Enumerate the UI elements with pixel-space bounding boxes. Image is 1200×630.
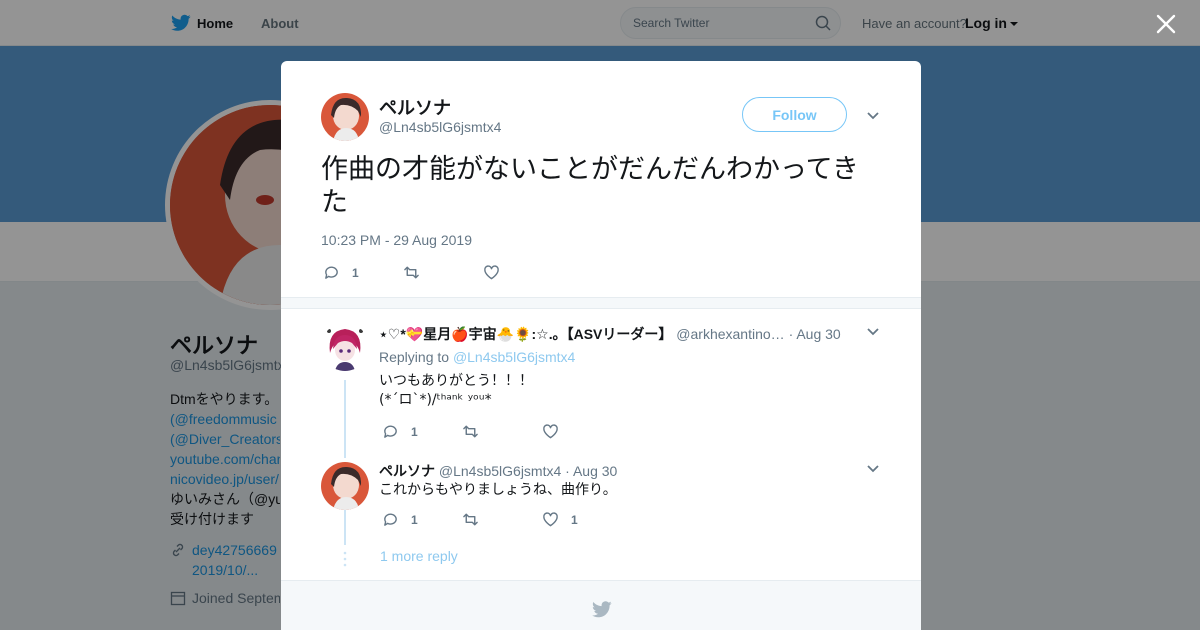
tweet-author-name[interactable]: ペルソナ <box>379 94 451 120</box>
replying-to: Replying to @Ln4sb5lG6jsmtx4 <box>379 349 575 365</box>
replying-to-link[interactable]: @Ln4sb5lG6jsmtx4 <box>453 349 575 365</box>
heart-icon <box>484 265 499 280</box>
more-replies-dots <box>343 551 347 567</box>
tweet-actions: 1 <box>323 264 563 281</box>
close-icon[interactable] <box>1154 12 1178 36</box>
thread-line <box>344 510 346 545</box>
more-replies-link[interactable]: 1 more reply <box>380 548 458 564</box>
replies-divider <box>281 297 921 309</box>
reply-actions: 1 <box>382 423 622 440</box>
reply-header: ペルソナ @Ln4sb5lG6jsmtx4 · Aug 30 <box>379 461 617 481</box>
reply-actions: 1 1 <box>382 511 622 528</box>
reply-author-handle[interactable]: @arkhexantino… <box>676 326 784 342</box>
reply-text-line: いつもありがとう！！！ <box>379 373 533 389</box>
reply-button[interactable]: 1 <box>323 264 403 281</box>
heart-icon <box>543 424 558 439</box>
follow-button[interactable]: Follow <box>742 97 847 132</box>
reply-author-name[interactable]: ペルソナ <box>379 463 435 479</box>
reply-count: 1 <box>411 512 418 527</box>
reply-button[interactable]: 1 <box>382 423 462 440</box>
twitter-bird-icon <box>592 601 612 618</box>
tweet-modal: ペルソナ @Ln4sb5lG6jsmtx4 Follow 作曲の才能がないことが… <box>281 61 921 630</box>
reply-date[interactable]: · Aug 30 <box>789 326 841 342</box>
reply-text: いつもありがとう！！！ (*´ロ`*)/ᵗʰᵃⁿᵏ ʸᵒᵘ* <box>379 372 533 410</box>
retweet-button[interactable] <box>462 511 542 528</box>
reply-author-handle[interactable]: @Ln4sb5lG6jsmtx4 <box>439 463 561 479</box>
like-button[interactable] <box>542 423 622 440</box>
reply-icon <box>325 266 338 279</box>
tweet-author-handle[interactable]: @Ln4sb5lG6jsmtx4 <box>379 119 501 135</box>
reply-icon <box>384 425 397 438</box>
reply-button[interactable]: 1 <box>382 511 462 528</box>
reply-text: これからもやりましょうね、曲作り。 <box>379 481 617 500</box>
reply-count: 1 <box>352 265 359 280</box>
retweet-icon <box>463 425 478 438</box>
reply-avatar[interactable] <box>321 462 369 510</box>
reply-icon <box>384 513 397 526</box>
like-count: 1 <box>571 512 578 527</box>
heart-icon <box>543 512 558 527</box>
tweet-author-avatar[interactable] <box>321 93 369 141</box>
reply-text-line: これからもやりましょうね、曲作り。 <box>379 482 617 498</box>
replying-to-prefix: Replying to <box>379 349 453 365</box>
tweet-timestamp[interactable]: 10:23 PM - 29 Aug 2019 <box>321 232 472 248</box>
chevron-down-icon[interactable] <box>866 111 880 121</box>
retweet-button[interactable] <box>462 423 542 440</box>
reply-date[interactable]: · Aug 30 <box>565 463 617 479</box>
retweet-icon <box>463 513 478 526</box>
reply-header: ⋆♡*💝星月🍎宇宙🐣🌻:☆.｡【ASVリーダー】 @arkhexantino… … <box>379 324 841 344</box>
like-button[interactable] <box>483 264 563 281</box>
modal-footer <box>281 580 921 630</box>
retweet-button[interactable] <box>403 264 483 281</box>
tweet-text: 作曲の才能がないことがだんだんわかってきた <box>321 154 859 218</box>
like-button[interactable]: 1 <box>542 511 622 528</box>
reply-text-line: (*´ロ`*)/ᵗʰᵃⁿᵏ ʸᵒᵘ* <box>379 392 492 408</box>
chevron-down-icon[interactable] <box>866 464 880 474</box>
reply-avatar[interactable] <box>321 323 369 371</box>
chevron-down-icon[interactable] <box>866 327 880 337</box>
reply-count: 1 <box>411 424 418 439</box>
retweet-icon <box>404 266 419 279</box>
thread-line <box>344 380 346 458</box>
reply-author-name[interactable]: ⋆♡*💝星月🍎宇宙🐣🌻:☆.｡【ASVリーダー】 <box>379 326 672 342</box>
